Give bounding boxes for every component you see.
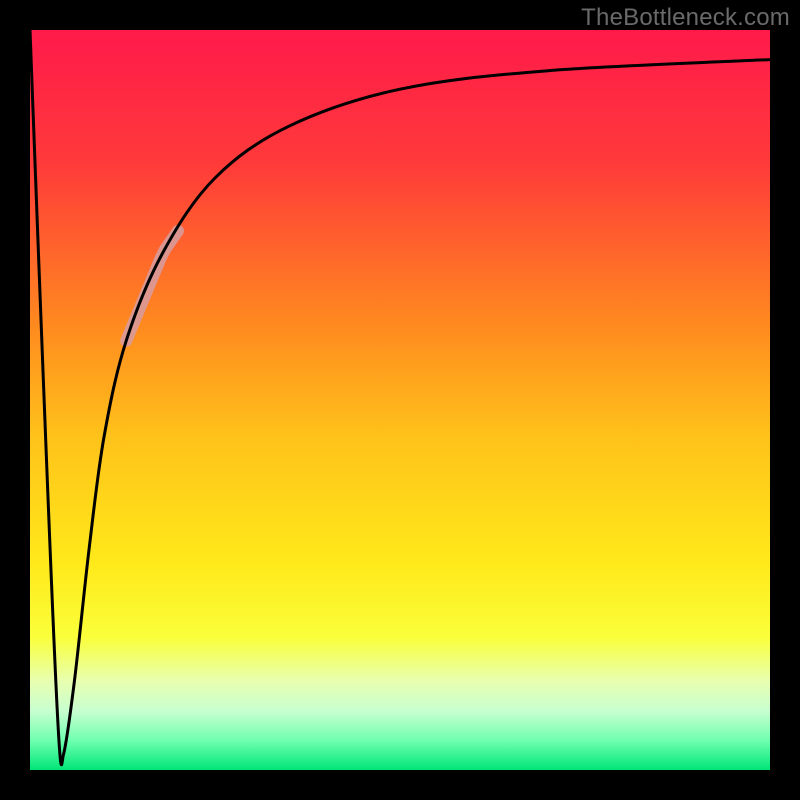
- plot-area: [30, 30, 770, 770]
- plot-svg: [30, 30, 770, 770]
- watermark-text: TheBottleneck.com: [581, 4, 790, 32]
- chart-frame: TheBottleneck.com: [0, 0, 800, 800]
- gradient-background: [30, 30, 770, 770]
